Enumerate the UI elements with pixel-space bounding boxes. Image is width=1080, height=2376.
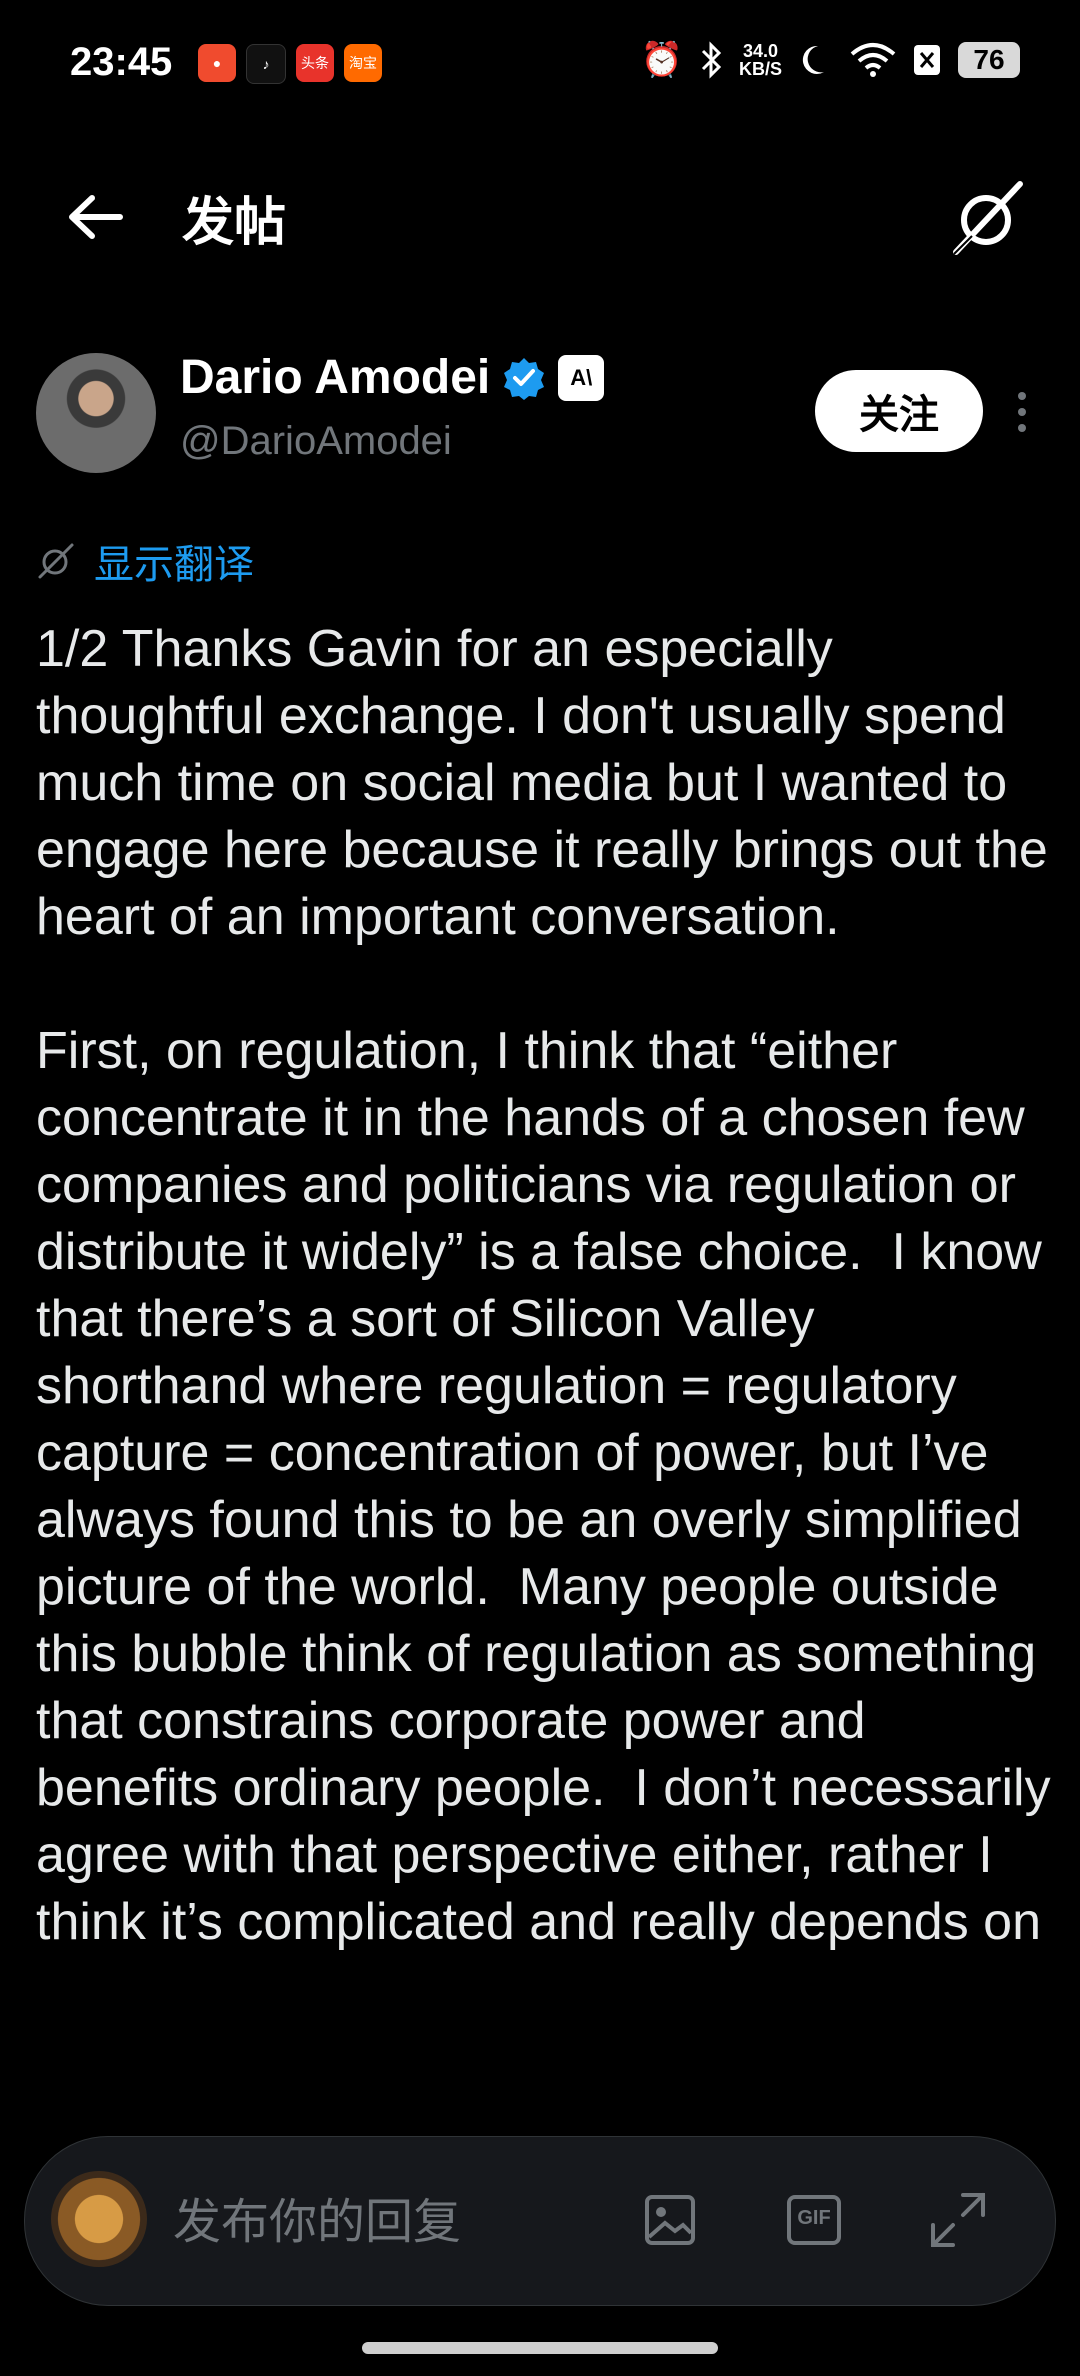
gesture-home-bar[interactable]: [362, 2342, 718, 2354]
reply-input[interactable]: [171, 2181, 595, 2263]
more-options-icon[interactable]: [1010, 388, 1034, 436]
author-handle[interactable]: @DarioAmodei: [180, 419, 604, 464]
follow-button[interactable]: 关注: [815, 370, 983, 452]
verified-badge-icon: [504, 357, 545, 400]
current-user-avatar: [51, 2171, 147, 2267]
reply-bar: GIF: [24, 2136, 1056, 2306]
image-icon[interactable]: [635, 2185, 705, 2255]
author-avatar[interactable]: [36, 353, 156, 473]
author-name-row: Dario Amodei A\: [180, 350, 605, 405]
post-container: Dario Amodei A\ @DarioAmodei 关注 显示翻译 1/2…: [0, 0, 1080, 2140]
show-translation-label[interactable]: 显示翻译: [94, 532, 254, 590]
author-name[interactable]: Dario Amodei: [180, 350, 490, 405]
gif-icon[interactable]: GIF: [779, 2185, 849, 2255]
grok-translate-icon: [38, 543, 74, 579]
expand-icon[interactable]: [923, 2185, 993, 2255]
show-translation[interactable]: 显示翻译: [36, 532, 254, 590]
post-body-text: 1/2 Thanks Gavin for an especially thoug…: [36, 620, 1051, 1951]
author-info[interactable]: Dario Amodei A\ @DarioAmodei: [180, 350, 605, 464]
gif-label: GIF: [797, 2207, 831, 2229]
affiliation-badge[interactable]: A\: [558, 354, 605, 401]
